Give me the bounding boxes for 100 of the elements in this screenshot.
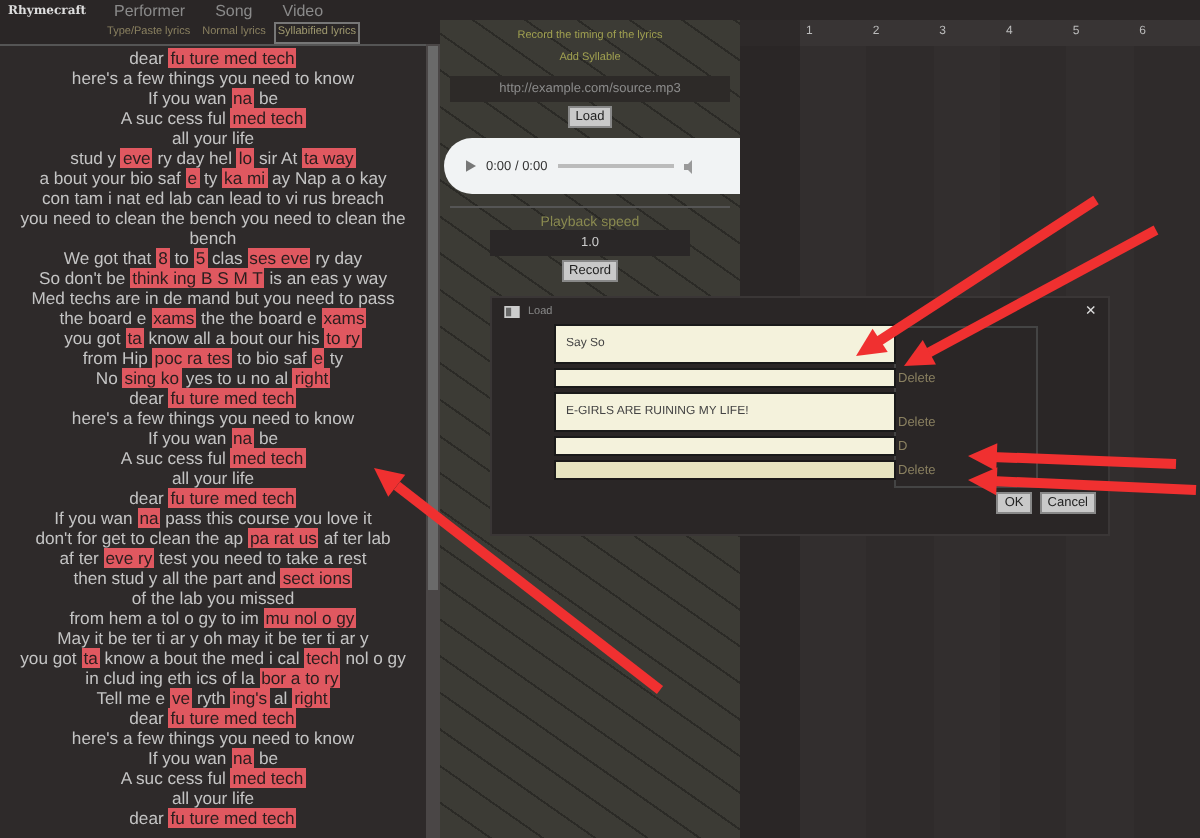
highlighted-syllables[interactable]: ve bbox=[169, 688, 193, 708]
lyric-text[interactable]: the board e bbox=[59, 308, 147, 328]
lyric-text[interactable]: all your life bbox=[171, 468, 255, 488]
highlighted-syllables[interactable]: fu ture med tech bbox=[168, 488, 297, 508]
highlighted-syllables[interactable]: eve ry bbox=[103, 548, 155, 568]
highlighted-syllables[interactable]: na bbox=[231, 748, 255, 768]
lyric-text[interactable]: So don't be bbox=[38, 268, 126, 288]
lyric-text[interactable]: the the board e bbox=[201, 308, 317, 328]
highlighted-syllables[interactable]: med tech bbox=[230, 768, 306, 788]
song-name-field[interactable] bbox=[554, 368, 896, 388]
highlighted-syllables[interactable]: eve bbox=[120, 148, 153, 168]
lyric-text[interactable]: know a bout the med i cal bbox=[104, 648, 300, 668]
lyric-text[interactable]: clas bbox=[211, 248, 243, 268]
lyric-text[interactable]: you got bbox=[64, 328, 121, 348]
play-icon[interactable] bbox=[466, 160, 476, 172]
lyric-text[interactable]: No bbox=[95, 368, 118, 388]
lyric-text[interactable]: dear bbox=[129, 708, 164, 728]
highlighted-syllables[interactable]: to ry bbox=[324, 328, 362, 348]
lyric-text[interactable]: be bbox=[258, 748, 279, 768]
highlighted-syllables[interactable]: ta bbox=[81, 648, 100, 668]
highlighted-syllables[interactable]: ses eve bbox=[247, 248, 311, 268]
highlighted-syllables[interactable]: poc ra tes bbox=[152, 348, 233, 368]
nav-link[interactable]: Performer bbox=[114, 1, 186, 19]
lyric-text[interactable]: Tell me e bbox=[96, 688, 166, 708]
lyric-text[interactable]: be bbox=[258, 428, 279, 448]
highlighted-syllables[interactable]: ka mi bbox=[222, 168, 268, 188]
lyric-text[interactable]: dear bbox=[129, 488, 164, 508]
lyric-text[interactable]: a bout your bio saf bbox=[39, 168, 181, 188]
close-button[interactable]: × bbox=[1085, 302, 1096, 320]
lyric-text[interactable]: don't for get to clean the ap bbox=[35, 528, 244, 548]
highlighted-syllables[interactable]: med tech bbox=[230, 448, 306, 468]
highlighted-syllables[interactable]: e bbox=[185, 168, 200, 188]
lyric-text[interactable]: all your life bbox=[171, 788, 255, 808]
lyric-text[interactable]: test you need to take a rest bbox=[159, 548, 367, 568]
lyric-text[interactable]: in clud ing eth ics of la bbox=[85, 668, 255, 688]
lyric-text[interactable]: sir At bbox=[258, 148, 298, 168]
highlighted-syllables[interactable]: med tech bbox=[230, 108, 306, 128]
lyric-text[interactable]: of the lab you missed bbox=[131, 588, 295, 608]
lyric-text[interactable]: from Hip bbox=[82, 348, 148, 368]
highlighted-syllables[interactable]: 5 bbox=[193, 248, 208, 268]
highlighted-syllables[interactable]: tech bbox=[304, 648, 341, 668]
lyric-text[interactable]: Med techs are in de mand but you need to pass bbox=[31, 288, 395, 308]
lyric-text[interactable]: ryth bbox=[196, 688, 226, 708]
highlighted-syllables[interactable]: 8 bbox=[156, 248, 170, 268]
lyric-text[interactable]: con tam i nat ed lab can lead to vi rus breach bbox=[41, 188, 385, 208]
lyric-text[interactable]: If you wan bbox=[147, 748, 227, 768]
lyric-text[interactable]: nol o gy bbox=[345, 648, 406, 668]
lyric-text[interactable]: ay Nap a o kay bbox=[271, 168, 387, 188]
highlighted-syllables[interactable]: right bbox=[292, 688, 330, 708]
lyric-text[interactable]: If you wan bbox=[54, 508, 133, 528]
lyric-text[interactable]: May it be ter ti ar y oh may it be ter ti ar y bbox=[57, 628, 369, 648]
lyric-text[interactable]: dear bbox=[129, 808, 164, 828]
lyric-text[interactable]: A suc cess ful bbox=[120, 768, 226, 788]
lyric-text[interactable]: here's a few things you need to know bbox=[71, 68, 355, 88]
lyric-text[interactable]: know all a bout our his bbox=[148, 328, 320, 348]
lyric-text[interactable]: ty bbox=[329, 348, 344, 368]
lyric-text[interactable]: af ter lab bbox=[323, 528, 391, 548]
highlighted-syllables[interactable]: ta bbox=[125, 328, 144, 348]
highlighted-syllables[interactable]: lo bbox=[236, 148, 255, 168]
highlighted-syllables[interactable]: fu ture med tech bbox=[168, 708, 297, 728]
highlighted-syllables[interactable]: mu nol o gy bbox=[263, 608, 357, 628]
lyric-text[interactable]: A suc cess ful bbox=[120, 448, 226, 468]
lyric-text[interactable]: ry day bbox=[315, 248, 363, 268]
lyric-text[interactable]: al bbox=[273, 688, 288, 708]
lyric-text[interactable]: We got that bbox=[63, 248, 152, 268]
highlighted-syllables[interactable]: ing's bbox=[230, 688, 270, 708]
lyric-text[interactable]: here's a few things you need to know bbox=[71, 408, 355, 428]
lyric-text[interactable]: af ter bbox=[59, 548, 99, 568]
lyric-text[interactable]: then stud y all the part and bbox=[73, 568, 276, 588]
lyric-text[interactable]: to bbox=[174, 248, 189, 268]
lyric-text[interactable]: ty bbox=[203, 168, 218, 188]
lyric-text[interactable]: you got bbox=[20, 648, 77, 668]
highlighted-syllables[interactable]: xams bbox=[151, 308, 197, 328]
lyric-text[interactable]: pass this course you love it bbox=[165, 508, 372, 528]
lyric-text[interactable]: from hem a tol o gy to im bbox=[69, 608, 259, 628]
highlighted-syllables[interactable]: sing ko bbox=[122, 368, 181, 388]
lyric-text[interactable]: If you wan bbox=[147, 88, 227, 108]
highlighted-syllables[interactable]: sect ions bbox=[280, 568, 353, 588]
lyric-text[interactable]: here's a few things you need to know bbox=[71, 728, 355, 748]
lyric-text[interactable]: stud y bbox=[70, 148, 117, 168]
nav-link[interactable]: Song bbox=[215, 1, 253, 19]
lyric-text[interactable]: yes to u no al bbox=[185, 368, 289, 388]
highlighted-syllables[interactable]: pa rat us bbox=[247, 528, 319, 548]
lyric-text[interactable]: is an eas y way bbox=[269, 268, 388, 288]
lyric-text[interactable]: all your life bbox=[171, 128, 255, 148]
song-name-field[interactable] bbox=[554, 460, 896, 480]
song-name-field[interactable] bbox=[554, 436, 896, 456]
volume-icon[interactable] bbox=[683, 159, 696, 173]
lyric-text[interactable]: A suc cess ful bbox=[120, 108, 226, 128]
highlighted-syllables[interactable]: right bbox=[292, 368, 331, 388]
highlighted-syllables[interactable]: fu ture med tech bbox=[168, 48, 297, 68]
highlighted-syllables[interactable]: na bbox=[231, 88, 255, 108]
scrollbar[interactable] bbox=[426, 44, 440, 838]
lyric-text[interactable]: ry day hel bbox=[157, 148, 232, 168]
highlighted-syllables[interactable]: xams bbox=[321, 308, 367, 328]
lyric-text[interactable]: dear bbox=[129, 48, 164, 68]
lyric-text[interactable]: be bbox=[258, 88, 279, 108]
highlighted-syllables[interactable]: fu ture med tech bbox=[168, 808, 297, 828]
highlighted-syllables[interactable]: na bbox=[137, 508, 161, 528]
highlighted-syllables[interactable]: bor a to ry bbox=[259, 668, 341, 688]
